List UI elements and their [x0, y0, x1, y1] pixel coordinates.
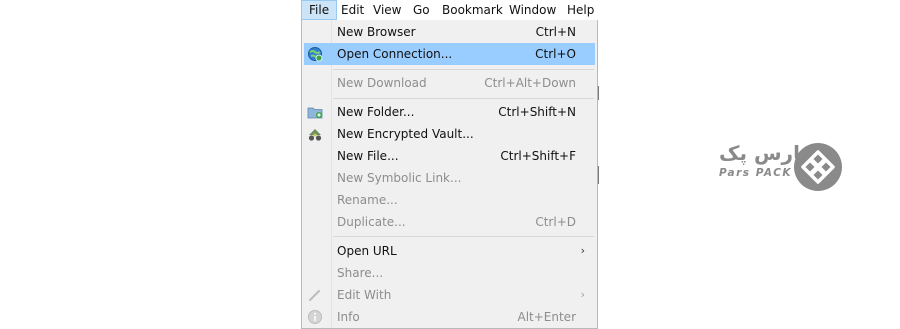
menu-item-label: Edit With — [337, 288, 392, 302]
menu-item-info: Info Alt+Enter — [304, 306, 595, 328]
menu-item-share: Share... — [304, 262, 595, 284]
menu-bar: File Edit View Go Bookmark Window Help — [301, 0, 598, 20]
menu-separator — [333, 236, 594, 237]
logo-mark-icon — [794, 143, 842, 191]
menu-item-label: New Symbolic Link... — [337, 171, 462, 185]
menu-item-shortcut: Alt+Enter — [517, 310, 576, 324]
menu-item-label: New Folder... — [337, 105, 415, 119]
vault-icon — [307, 126, 323, 142]
menu-separator — [333, 98, 594, 99]
menu-item-label: New Download — [337, 76, 427, 90]
menu-item-label: Share... — [337, 266, 384, 280]
menu-item-label: Duplicate... — [337, 215, 406, 229]
menu-file[interactable]: File — [301, 0, 338, 20]
menu-item-shortcut: Ctrl+N — [535, 25, 576, 39]
logo-english-text: Pars PACK — [719, 167, 793, 179]
menu-item-label: New File... — [337, 149, 399, 163]
menu-view[interactable]: View — [366, 0, 408, 20]
menu-help[interactable]: Help — [560, 0, 601, 20]
menu-item-edit-with: Edit With › — [304, 284, 595, 306]
menu-item-label: Info — [337, 310, 360, 324]
menu-item-shortcut: Ctrl+D — [535, 215, 576, 229]
menu-window[interactable]: Window — [502, 0, 563, 20]
background-window-edge — [598, 166, 599, 184]
menu-item-new-file[interactable]: New File... Ctrl+Shift+F — [304, 145, 595, 167]
globe-connect-icon — [307, 46, 323, 62]
menu-item-open-url[interactable]: Open URL › — [304, 240, 595, 262]
chevron-right-icon: › — [580, 244, 585, 257]
menu-separator — [333, 69, 594, 70]
background-window-edge — [598, 86, 599, 100]
menu-item-duplicate: Duplicate... Ctrl+D — [304, 211, 595, 233]
menu-item-shortcut: Ctrl+O — [535, 47, 576, 61]
menu-item-shortcut: Ctrl+Shift+N — [498, 105, 576, 119]
menu-go[interactable]: Go — [406, 0, 437, 20]
info-icon — [307, 309, 323, 325]
menu-item-open-connection[interactable]: Open Connection... Ctrl+O — [304, 43, 595, 65]
menu-item-rename: Rename... — [304, 189, 595, 211]
menu-item-new-download: New Download Ctrl+Alt+Down — [304, 72, 595, 94]
file-menu-dropdown: New Browser Ctrl+N Open Connection... Ct… — [301, 20, 598, 329]
menu-item-shortcut: Ctrl+Shift+F — [500, 149, 576, 163]
menu-item-new-folder[interactable]: New Folder... Ctrl+Shift+N — [304, 101, 595, 123]
menu-item-new-symbolic-link: New Symbolic Link... — [304, 167, 595, 189]
menu-item-label: New Encrypted Vault... — [337, 127, 474, 141]
chevron-right-icon: › — [580, 288, 585, 301]
menu-item-label: Open URL — [337, 244, 397, 258]
folder-add-icon — [307, 104, 323, 120]
pars-pack-logo: پارس پک Pars PACK — [716, 141, 850, 191]
menu-item-new-encrypted-vault[interactable]: New Encrypted Vault... — [304, 123, 595, 145]
menu-item-label: Rename... — [337, 193, 398, 207]
menu-bookmark[interactable]: Bookmark — [435, 0, 510, 20]
menu-item-new-browser[interactable]: New Browser Ctrl+N — [304, 21, 595, 43]
menu-item-label: Open Connection... — [337, 47, 453, 61]
pencil-icon — [307, 287, 323, 303]
menu-item-shortcut: Ctrl+Alt+Down — [484, 76, 576, 90]
menu-item-label: New Browser — [337, 25, 416, 39]
